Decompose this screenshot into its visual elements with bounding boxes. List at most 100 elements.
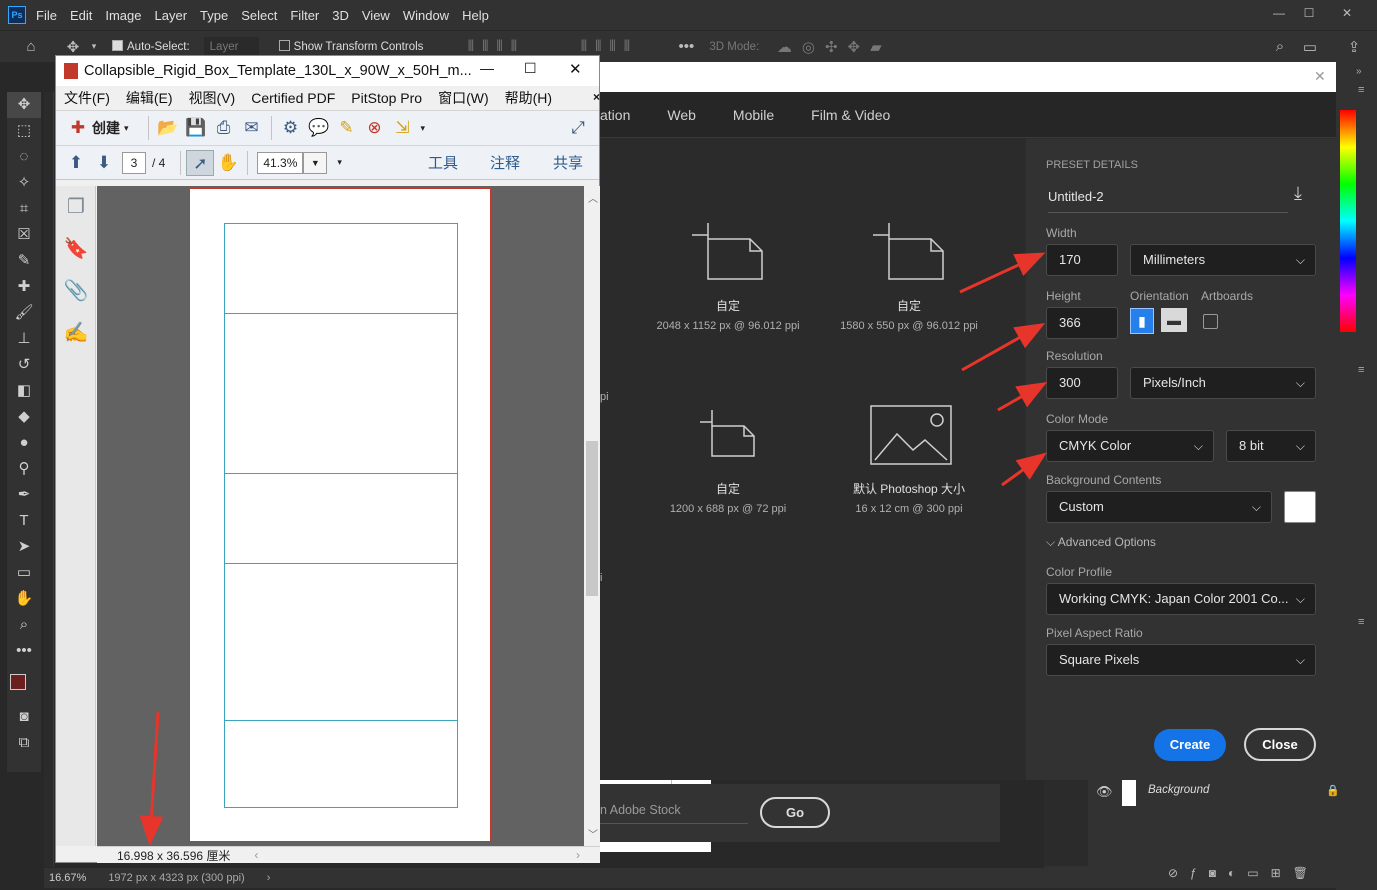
background-color-swatch[interactable] [1284, 491, 1316, 523]
maximize-icon[interactable]: ☐ [524, 60, 537, 77]
width-unit-select[interactable]: Millimeters ⌵ [1130, 244, 1316, 276]
delete-icon[interactable]: ⊗ [361, 115, 389, 141]
type-tool-icon[interactable]: T [7, 508, 41, 534]
comment-button[interactable]: 注释 [490, 152, 520, 173]
tools-button[interactable]: 工具 [428, 152, 458, 173]
acro-menu-edit[interactable]: 编辑(E) [126, 88, 173, 108]
zoom-dropdown-icon[interactable]: ▼ [303, 151, 328, 174]
close-button[interactable]: Close [1244, 728, 1316, 761]
background-contents-select[interactable]: Custom ⌵ [1046, 491, 1272, 523]
healing-brush-icon[interactable]: ✚ [7, 274, 41, 300]
chevron-right-icon[interactable]: › [267, 872, 271, 884]
stock-search-input[interactable]: n Adobe Stock [600, 803, 748, 824]
create-button[interactable]: Create [1154, 729, 1226, 761]
eraser-icon[interactable]: ◧ [7, 378, 41, 404]
stamp-tool-icon[interactable]: ⊥ [7, 326, 41, 352]
path-select-icon[interactable]: ➤ [7, 534, 41, 560]
chevron-down-icon[interactable]: ▾ [421, 123, 426, 134]
acro-menu-certified-pdf[interactable]: Certified PDF [251, 90, 335, 106]
lock-icon[interactable]: 🔒 [1326, 784, 1340, 797]
chevron-down-icon[interactable]: ▾ [88, 41, 100, 52]
maximize-icon[interactable]: ☐ [1296, 4, 1322, 22]
document-name-input[interactable]: Untitled-2 [1048, 189, 1288, 213]
align-icons[interactable]: ⫴⫴⫴⫴ [451, 38, 541, 55]
tab-illustration[interactable]: ation [600, 107, 630, 123]
close-menu-icon[interactable]: × [593, 90, 600, 104]
menu-edit[interactable]: Edit [70, 8, 92, 23]
share-icon[interactable]: ⇪ [1344, 38, 1364, 56]
lasso-tool-icon[interactable]: ◌ [7, 144, 41, 170]
close-icon[interactable]: ✕ [569, 60, 582, 78]
email-icon[interactable]: ✉ [238, 115, 266, 141]
scroll-right-icon[interactable]: › [576, 848, 580, 862]
eyedropper-icon[interactable]: ✎ [7, 248, 41, 274]
quick-mask-icon[interactable]: ◙ [7, 704, 41, 730]
pixel-aspect-select[interactable]: Square Pixels ⌵ [1046, 644, 1316, 676]
acrobat-document-area[interactable] [97, 186, 584, 846]
hand-tool-icon[interactable]: ✋ [214, 150, 242, 176]
foreground-color-swatch[interactable] [10, 674, 26, 690]
panel-menu-icon[interactable]: ≡ [1358, 616, 1364, 628]
zoom-input[interactable]: 41.3% [257, 151, 304, 174]
hand-tool-icon[interactable]: ✋ [7, 586, 41, 612]
scroll-up-icon[interactable]: ︿ [588, 190, 598, 205]
show-transform-checkbox[interactable]: Show Transform Controls [278, 40, 423, 53]
vertical-scrollbar[interactable]: ︿ ﹀ [584, 186, 600, 846]
panel-menu-icon[interactable]: ≡ [1358, 364, 1364, 376]
menu-filter[interactable]: Filter [290, 8, 319, 23]
color-profile-select[interactable]: Working CMYK: Japan Color 2001 Co... ⌵ [1046, 583, 1316, 615]
settings-gear-icon[interactable]: ⚙ [277, 115, 305, 141]
workspace-icon[interactable]: ▭ [1300, 38, 1320, 56]
acro-menu-help[interactable]: 帮助(H) [505, 88, 552, 108]
more-options-icon[interactable]: ••• [675, 38, 697, 55]
magic-wand-icon[interactable]: ✧ [7, 170, 41, 196]
acro-menu-view[interactable]: 视图(V) [189, 88, 236, 108]
menu-layer[interactable]: Layer [155, 8, 188, 23]
create-pdf-icon[interactable]: ✚ [64, 115, 92, 141]
bit-depth-select[interactable]: 8 bit ⌵ [1226, 430, 1316, 462]
acro-menu-pitstop[interactable]: PitStop Pro [351, 90, 422, 106]
bookmark-icon[interactable]: 🔖 [56, 228, 96, 270]
panel-menu-icon[interactable]: ≡ [1358, 84, 1364, 96]
preset-card[interactable]: 自定 1580 x 550 px @ 96.012 ppi [829, 221, 989, 332]
next-page-icon[interactable]: ⬇ [90, 150, 118, 176]
landscape-orientation-icon[interactable]: ▬ [1161, 308, 1187, 332]
preset-card[interactable]: 自定 1200 x 688 px @ 72 ppi [648, 404, 808, 515]
history-brush-icon[interactable]: ↺ [7, 352, 41, 378]
home-icon[interactable]: ⌂ [14, 38, 48, 55]
collapse-icon[interactable]: » [1356, 66, 1362, 77]
auto-select-dropdown[interactable]: Layer [203, 36, 259, 57]
distribute-icons[interactable]: ⫴⫴⫴⫴ [559, 38, 659, 55]
export-icon[interactable]: ⇲ [389, 115, 417, 141]
search-icon[interactable]: ⌕ [1270, 38, 1290, 55]
frame-tool-icon[interactable]: ☒ [7, 222, 41, 248]
blur-tool-icon[interactable]: ● [7, 430, 41, 456]
menu-help[interactable]: Help [462, 8, 489, 23]
highlight-icon[interactable]: ✎ [333, 115, 361, 141]
layer-name-background[interactable]: Background [1148, 784, 1209, 796]
resolution-input[interactable]: 300 [1046, 367, 1118, 399]
preset-card[interactable]: 自定 2048 x 1152 px @ 96.012 ppi [648, 221, 808, 332]
color-spectrum[interactable] [1340, 110, 1356, 332]
scrollbar-thumb[interactable] [586, 441, 598, 596]
create-button[interactable]: 创建 [92, 118, 120, 138]
screen-mode-icon[interactable]: ⧉ [7, 730, 41, 756]
select-tool-icon[interactable]: ➚ [186, 149, 215, 176]
minimize-icon[interactable]: — [1266, 4, 1292, 22]
resolution-unit-select[interactable]: Pixels/Inch ⌵ [1130, 367, 1316, 399]
scroll-down-icon[interactable]: ﹀ [588, 826, 598, 841]
auto-select-checkbox[interactable]: Auto-Select: [112, 40, 190, 53]
close-icon[interactable]: ✕ [1314, 68, 1326, 85]
menu-image[interactable]: Image [105, 8, 141, 23]
acro-menu-file[interactable]: 文件(F) [64, 88, 110, 108]
artboards-checkbox[interactable] [1203, 314, 1218, 329]
width-input[interactable]: 170 [1046, 244, 1118, 276]
tab-film-video[interactable]: Film & Video [811, 107, 890, 123]
pen-tool-icon[interactable]: ✒ [7, 482, 41, 508]
rectangle-tool-icon[interactable]: ▭ [7, 560, 41, 586]
chevron-down-icon[interactable]: ▾ [124, 123, 129, 134]
menu-select[interactable]: Select [241, 8, 277, 23]
signature-icon[interactable]: ✍ [56, 312, 96, 354]
save-icon[interactable]: 💾 [182, 115, 210, 141]
zoom-tool-icon[interactable]: ⌕ [7, 612, 41, 638]
